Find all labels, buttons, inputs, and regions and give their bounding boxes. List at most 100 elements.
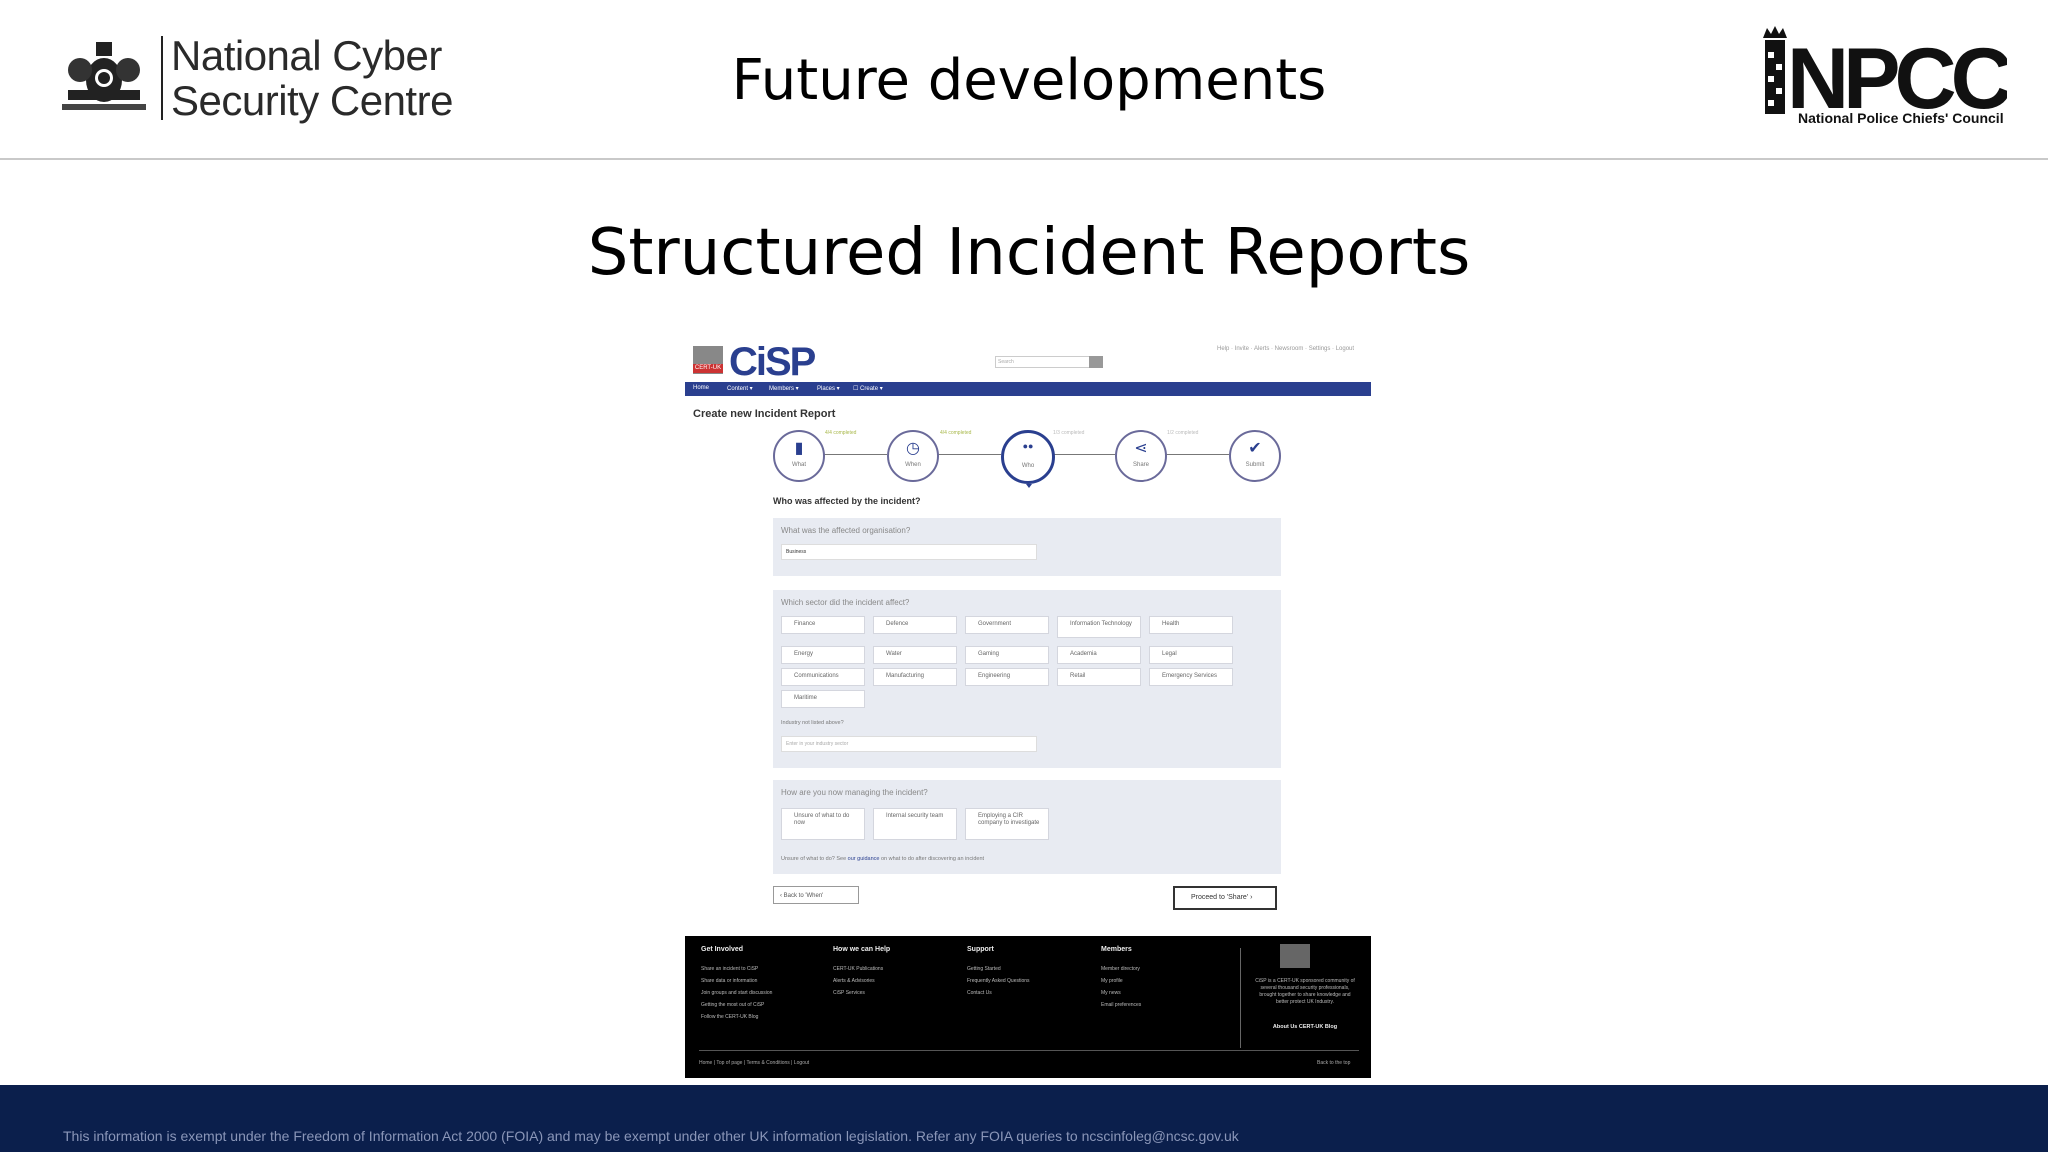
organisation-input[interactable]: Business	[781, 544, 1037, 560]
nav-members[interactable]: Members ▾	[769, 385, 799, 392]
proceed-button-label: Proceed to 'Share'	[1191, 894, 1249, 901]
step-label: What	[791, 462, 806, 468]
nav-create[interactable]: ☐ Create ▾	[853, 385, 883, 392]
manage-option-unsure[interactable]: Unsure of what to do now	[781, 808, 865, 840]
footer-link[interactable]: Join groups and start discussion	[701, 990, 772, 996]
footer-rule	[699, 1050, 1359, 1051]
manage-option-cir[interactable]: Employing a CIR company to investigate	[965, 808, 1049, 840]
step-what[interactable]: ▮ What	[773, 430, 825, 482]
sector-defence[interactable]: Defence	[873, 616, 957, 634]
sector-question: Which sector did the incident affect?	[781, 598, 910, 607]
step-label: Share	[1132, 462, 1149, 468]
footer-link[interactable]: Getting Started	[967, 966, 1001, 972]
site-footer: Get Involved Share an incident to CiSP S…	[685, 936, 1371, 1078]
sector-information-technology[interactable]: Information Technology	[1057, 616, 1141, 638]
foia-disclaimer: This information is exempt under the Fre…	[63, 1128, 1239, 1144]
footer-link[interactable]: My profile	[1101, 978, 1123, 984]
step-note-what: 4/4 completed	[825, 430, 857, 436]
back-to-top-link[interactable]: Back to the top	[1317, 1060, 1350, 1066]
cisp-logo[interactable]: CiSP	[729, 340, 816, 385]
active-step-caret-icon	[1026, 484, 1032, 488]
share-icon: ⋖	[1134, 440, 1148, 457]
search-button[interactable]	[1089, 356, 1103, 368]
sector-emergency-services[interactable]: Emergency Services	[1149, 668, 1233, 686]
footer-link[interactable]: Share data or information	[701, 978, 757, 984]
footer-link[interactable]: CiSP Services	[833, 990, 865, 996]
footer-link[interactable]: Frequently Asked Questions	[967, 978, 1030, 984]
document-icon: ▮	[794, 440, 804, 457]
footer-heading: Members	[1101, 946, 1132, 953]
footer-about-link[interactable]: About Us CERT-UK Blog	[1255, 1024, 1355, 1031]
sector-energy[interactable]: Energy	[781, 646, 865, 664]
step-who[interactable]: ●● Who	[1001, 430, 1055, 484]
manage-hint-prefix: Unsure of what to do? See	[781, 856, 847, 862]
sector-academia[interactable]: Academia	[1057, 646, 1141, 664]
step-label: When	[905, 462, 921, 468]
manage-question: How are you now managing the incident?	[781, 788, 928, 797]
nav-places[interactable]: Places ▾	[817, 385, 840, 392]
sector-gaming[interactable]: Gaming	[965, 646, 1049, 664]
footer-link[interactable]: Getting the most out of CiSP	[701, 1002, 764, 1008]
footer-link[interactable]: Follow the CERT-UK Blog	[701, 1014, 758, 1020]
back-button[interactable]: ‹ Back to 'When'	[773, 886, 859, 904]
footer-link[interactable]: CERT-UK Publications	[833, 966, 883, 972]
footer-link[interactable]: Share an incident to CiSP	[701, 966, 758, 972]
step-when[interactable]: ◷ When	[887, 430, 939, 482]
step-connector	[823, 454, 887, 455]
step-share[interactable]: ⋖ Share	[1115, 430, 1167, 482]
nav-home[interactable]: Home	[693, 385, 709, 391]
step-submit[interactable]: ✔ Submit	[1229, 430, 1281, 482]
footer-link[interactable]: Alerts & Advisories	[833, 978, 875, 984]
chevron-right-icon: ›	[1248, 894, 1253, 901]
people-icon: ●●	[1022, 441, 1034, 451]
footer-about-text: CiSP is a CERT-UK sponsored community of…	[1255, 978, 1355, 1005]
slide-subtitle: Structured Incident Reports	[587, 216, 1471, 290]
main-nav: Home Content ▾ Members ▾ Places ▾ ☐ Crea…	[685, 382, 1371, 396]
sector-legal[interactable]: Legal	[1149, 646, 1233, 664]
manage-hint: Unsure of what to do? See our guidance o…	[781, 856, 984, 862]
organisation-panel: What was the affected organisation? Busi…	[773, 518, 1281, 576]
sector-water[interactable]: Water	[873, 646, 957, 664]
guidance-link[interactable]: our guidance	[848, 856, 880, 862]
sector-communications[interactable]: Communications	[781, 668, 865, 686]
industry-input[interactable]: Enter in your industry sector	[781, 736, 1037, 752]
footer-link[interactable]: Contact Us	[967, 990, 992, 996]
manage-option-internal[interactable]: Internal security team	[873, 808, 957, 840]
org-question: What was the affected organisation?	[781, 526, 911, 535]
step-label: Submit	[1245, 462, 1265, 468]
footer-link[interactable]: Email preferences	[1101, 1002, 1141, 1008]
proceed-button[interactable]: Proceed to 'Share' ›	[1173, 886, 1277, 910]
slide-title: Future developments	[731, 48, 1327, 113]
top-links[interactable]: Help · Invite · Alerts · Newsroom · Sett…	[1217, 346, 1354, 352]
step-note-when: 4/4 completed	[940, 430, 972, 436]
section-question: Who was affected by the incident?	[773, 496, 921, 506]
footer-heading: Get Involved	[701, 946, 744, 953]
footer-link[interactable]: My news	[1101, 990, 1121, 996]
sector-maritime[interactable]: Maritime	[781, 690, 865, 708]
footer-heading: Support	[967, 946, 994, 953]
form-title: Create new Incident Report	[693, 408, 836, 420]
sector-manufacturing[interactable]: Manufacturing	[873, 668, 957, 686]
sector-finance[interactable]: Finance	[781, 616, 865, 634]
footer-heading: How we can Help	[833, 946, 891, 953]
sector-retail[interactable]: Retail	[1057, 668, 1141, 686]
cert-uk-logo	[1280, 944, 1310, 968]
step-connector	[1165, 454, 1229, 455]
step-connector	[937, 454, 1001, 455]
footer-link[interactable]: Member directory	[1101, 966, 1140, 972]
manage-panel: How are you now managing the incident? U…	[773, 780, 1281, 874]
sector-panel: Which sector did the incident affect? Fi…	[773, 590, 1281, 768]
footer-divider	[1240, 948, 1241, 1048]
header-divider	[0, 158, 2048, 160]
footer-bottom-links[interactable]: Home | Top of page | Terms & Conditions …	[699, 1060, 809, 1066]
step-note-who: 1/3 completed	[1053, 430, 1085, 436]
search-input[interactable]: Search	[995, 356, 1091, 368]
nav-content[interactable]: Content ▾	[727, 385, 753, 392]
step-note-share: 1/2 completed	[1167, 430, 1199, 436]
industry-label: Industry not listed above?	[781, 720, 844, 726]
sector-health[interactable]: Health	[1149, 616, 1233, 634]
sector-engineering[interactable]: Engineering	[965, 668, 1049, 686]
sector-government[interactable]: Government	[965, 616, 1049, 634]
clock-icon: ◷	[906, 440, 920, 457]
npcc-subtitle: National Police Chiefs' Council	[1798, 110, 2004, 126]
